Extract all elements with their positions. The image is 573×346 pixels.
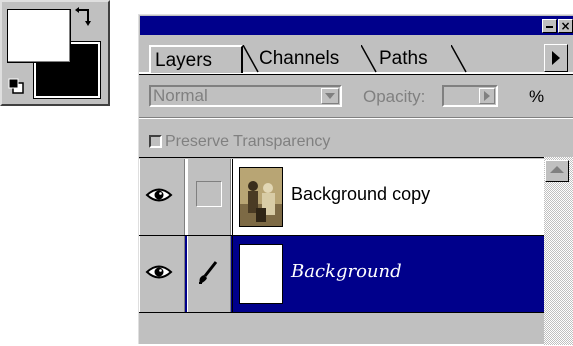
empty-link-box [196, 181, 222, 207]
link-toggle[interactable] [187, 236, 231, 312]
close-button[interactable]: × [558, 19, 573, 33]
visibility-toggle[interactable] [139, 236, 185, 312]
swap-colors-icon[interactable] [74, 6, 96, 28]
palette-menu-button[interactable] [544, 44, 568, 72]
opacity-label: Opacity: [363, 87, 426, 106]
default-colors-icon[interactable] [8, 78, 24, 94]
eye-icon [145, 265, 173, 279]
brush-icon [199, 261, 218, 284]
blend-mode-select[interactable]: Normal [149, 85, 342, 107]
photo-thumbnail-image [240, 168, 282, 226]
chevron-down-icon[interactable] [321, 88, 339, 104]
opacity-slider-button[interactable] [479, 88, 495, 104]
blend-mode-value: Normal [153, 86, 208, 105]
link-toggle[interactable] [187, 159, 231, 235]
palette-titlebar[interactable]: × [140, 16, 573, 35]
tab-channels[interactable]: Channels [255, 45, 363, 73]
tab-paths[interactable]: Paths [375, 45, 453, 73]
scroll-up-button[interactable] [545, 160, 569, 182]
layer-thumbnail[interactable] [239, 244, 283, 304]
palette-tabs: Layers Channels Paths [139, 37, 573, 75]
cell-divider [232, 159, 233, 235]
layers-palette: × Layers Channels Paths Normal Opacity: … [138, 14, 573, 346]
preserve-transparency-checkbox[interactable] [149, 135, 162, 148]
foreground-color-swatch[interactable] [7, 9, 71, 63]
minimize-button[interactable] [542, 19, 557, 33]
visibility-toggle[interactable] [139, 159, 185, 235]
layer-row-selected[interactable]: Background [139, 236, 544, 313]
preserve-transparency-label: Preserve Transparency [165, 133, 331, 150]
vertical-scrollbar[interactable] [544, 157, 573, 345]
layer-list: Background copy Background [139, 157, 544, 346]
layer-thumbnail[interactable] [239, 167, 283, 227]
color-swatches [0, 0, 110, 106]
tab-layers[interactable]: Layers [149, 45, 243, 73]
opacity-field[interactable] [442, 85, 498, 107]
cell-divider [232, 236, 233, 312]
layer-name: Background [291, 261, 402, 282]
percent-sign: % [529, 87, 545, 106]
layer-row[interactable]: Background copy [139, 159, 544, 236]
tab-divider [451, 45, 467, 73]
layer-name: Background copy [291, 184, 431, 204]
divider [139, 117, 573, 119]
eye-icon [145, 188, 173, 202]
